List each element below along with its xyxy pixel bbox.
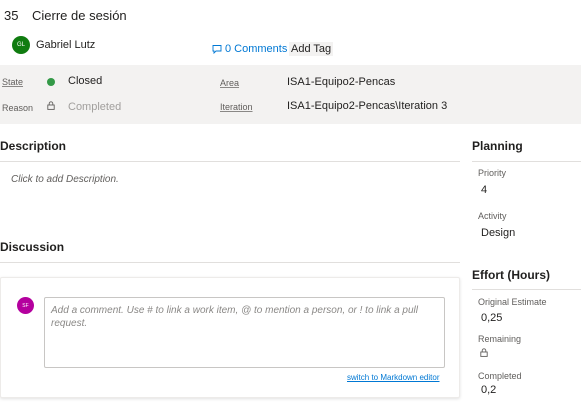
discussion-heading: Discussion bbox=[0, 240, 65, 254]
fields-band bbox=[0, 65, 581, 124]
state-label: State bbox=[2, 77, 24, 87]
author-name[interactable]: Gabriel Lutz bbox=[36, 39, 95, 51]
original-estimate-value[interactable]: 0,25 bbox=[481, 312, 502, 324]
iteration-value[interactable]: ISA1-Equipo2-Pencas\Iteration 3 bbox=[287, 100, 447, 112]
markdown-editor-link[interactable]: switch to Markdown editor bbox=[347, 373, 439, 382]
activity-value[interactable]: Design bbox=[481, 227, 515, 239]
add-tag-button[interactable]: Add Tag bbox=[289, 42, 334, 56]
comment-input[interactable]: Add a comment. Use # to link a work item… bbox=[44, 297, 445, 368]
area-value[interactable]: ISA1-Equipo2-Pencas bbox=[287, 76, 395, 88]
lock-icon bbox=[47, 101, 55, 113]
completed-label: Completed bbox=[478, 371, 522, 381]
description-heading: Description bbox=[0, 139, 67, 153]
reason-label: Reason bbox=[2, 103, 34, 113]
area-label: Area bbox=[220, 78, 240, 88]
work-item-title[interactable]: Cierre de sesión bbox=[32, 8, 127, 23]
effort-divider bbox=[472, 289, 581, 290]
work-item-id: 35 bbox=[4, 8, 19, 23]
description-editor[interactable]: Click to add Description. bbox=[11, 174, 119, 185]
comments-label: 0 Comments bbox=[225, 43, 288, 55]
completed-value[interactable]: 0,2 bbox=[481, 384, 496, 396]
author-avatar[interactable]: GL bbox=[12, 36, 30, 54]
discussion-divider bbox=[0, 262, 460, 263]
iteration-label: Iteration bbox=[220, 102, 253, 112]
planning-divider bbox=[472, 161, 581, 162]
state-value[interactable]: Closed bbox=[68, 75, 102, 87]
effort-heading: Effort (Hours) bbox=[472, 268, 550, 282]
commenter-avatar: SF bbox=[17, 297, 34, 314]
state-indicator-icon bbox=[47, 78, 55, 86]
planning-heading: Planning bbox=[472, 139, 523, 153]
remaining-label: Remaining bbox=[478, 334, 522, 344]
author-initials: GL bbox=[16, 42, 25, 48]
remaining-lock-icon bbox=[480, 348, 488, 360]
reason-value: Completed bbox=[68, 101, 122, 113]
activity-label: Activity bbox=[478, 211, 507, 221]
comments-link[interactable]: 0 Comments bbox=[212, 43, 287, 55]
original-estimate-label: Original Estimate bbox=[478, 297, 547, 307]
commenter-initials: SF bbox=[22, 302, 29, 309]
priority-value[interactable]: 4 bbox=[481, 184, 487, 196]
priority-label: Priority bbox=[478, 168, 507, 178]
comment-icon bbox=[212, 45, 222, 54]
description-divider bbox=[0, 161, 460, 162]
